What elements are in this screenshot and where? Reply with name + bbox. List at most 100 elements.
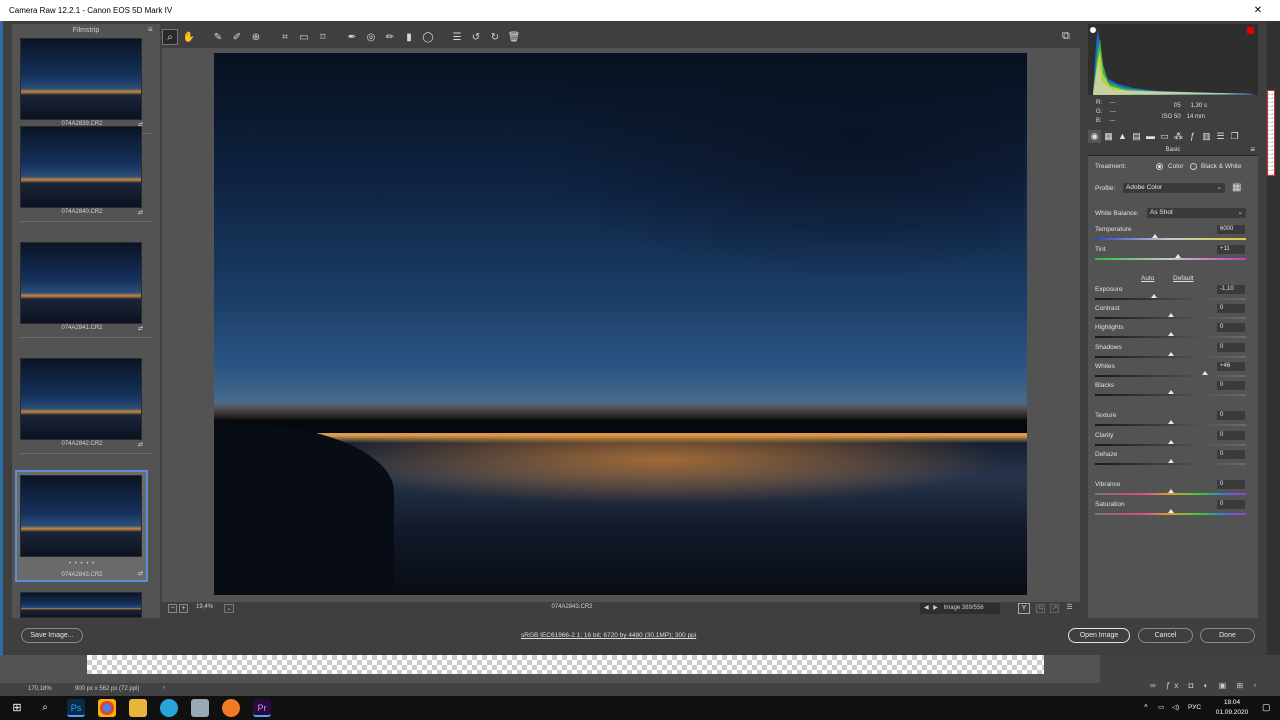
tab-snapshots-icon[interactable]: ☰ (1214, 130, 1227, 143)
filmstrip-thumbnail[interactable] (20, 38, 142, 120)
slider-track-vibrance[interactable] (1095, 493, 1246, 495)
treatment-color-radio[interactable] (1156, 163, 1163, 170)
slider-value-exposure[interactable]: -1,10 (1217, 285, 1245, 294)
tab-presets-icon[interactable]: ▥ (1200, 130, 1213, 143)
slider-value-tint[interactable]: +11 (1217, 245, 1245, 254)
tab-lens-icon[interactable]: ▭ (1158, 130, 1171, 143)
done-button[interactable]: Done (1200, 628, 1255, 643)
slider-track-whites[interactable] (1095, 375, 1246, 377)
search-icon[interactable]: ⌕ (36, 699, 54, 717)
slider-value-whites[interactable]: +46 (1217, 362, 1245, 371)
windows-start-icon[interactable]: ⊞ (8, 699, 26, 717)
slider-thumb-blacks[interactable] (1168, 390, 1174, 394)
volume-icon[interactable]: ◁) (1172, 703, 1179, 711)
rotate-left-icon[interactable]: ↺ (468, 29, 484, 45)
taskbar-explorer-icon[interactable] (129, 699, 147, 717)
zoom-out-button[interactable]: − (168, 604, 177, 613)
slider-thumb-highlights[interactable] (1168, 332, 1174, 336)
zoom-tool-icon[interactable]: ⌕ (162, 29, 178, 45)
slider-value-contrast[interactable]: 0 (1217, 304, 1245, 313)
hand-tool-icon[interactable]: ✋ (181, 29, 197, 45)
slider-track-temperature[interactable] (1095, 238, 1246, 240)
transform-tool-icon[interactable]: ⌑ (315, 29, 331, 45)
tab-effects-icon[interactable]: ⁂ (1172, 130, 1185, 143)
slider-value-blacks[interactable]: 0 (1217, 381, 1245, 390)
thumbnail-rating[interactable]: • • • • • (12, 561, 152, 567)
profile-select[interactable]: Adobe Color ⌄ (1123, 183, 1225, 193)
slider-track-shadows[interactable] (1095, 356, 1246, 358)
slider-value-highlights[interactable]: 0 (1217, 323, 1245, 332)
slider-thumb-shadows[interactable] (1168, 352, 1174, 356)
tab-tone-curve-icon[interactable]: ▦ (1102, 130, 1115, 143)
slider-value-temperature[interactable]: 6000 (1217, 225, 1245, 234)
slider-track-blacks[interactable] (1095, 394, 1246, 396)
slider-thumb-dehaze[interactable] (1168, 459, 1174, 463)
spot-removal-icon[interactable]: ✒ (344, 29, 360, 45)
slider-value-saturation[interactable]: 0 (1217, 500, 1245, 509)
next-image-icon[interactable]: ▶ (933, 605, 938, 611)
filmstrip-thumbnail[interactable] (20, 592, 142, 618)
slider-value-shadows[interactable]: 0 (1217, 343, 1245, 352)
white-balance-tool-icon[interactable]: ✎ (210, 29, 226, 45)
slider-thumb-exposure[interactable] (1151, 294, 1157, 298)
graduated-filter-icon[interactable]: ▮ (401, 29, 417, 45)
slider-value-vibrance[interactable]: 0 (1217, 480, 1245, 489)
filmstrip-thumbnail[interactable] (20, 358, 142, 440)
slider-thumb-texture[interactable] (1168, 420, 1174, 424)
slider-track-tint[interactable] (1095, 258, 1246, 260)
slider-value-texture[interactable]: 0 (1217, 411, 1245, 420)
taskbar-settings-icon[interactable] (222, 699, 240, 717)
slider-value-dehaze[interactable]: 0 (1217, 450, 1245, 459)
highlight-clipping-icon[interactable] (1247, 27, 1254, 34)
slider-track-exposure[interactable] (1095, 298, 1246, 300)
swap-icon[interactable]: ⇆ (1036, 604, 1045, 613)
filmstrip-menu-icon[interactable]: ≡ (148, 26, 156, 34)
targeted-adjustment-icon[interactable]: ⊕ (248, 29, 264, 45)
adjustment-brush-icon[interactable]: ✏ (382, 29, 398, 45)
slider-thumb-clarity[interactable] (1168, 440, 1174, 444)
treatment-bw-radio[interactable] (1190, 163, 1197, 170)
taskbar-telegram-icon[interactable] (160, 699, 178, 717)
preferences-icon[interactable]: ☰ (449, 29, 465, 45)
white-balance-select[interactable]: As Shot ⌄ (1147, 208, 1246, 218)
taskbar-photoshop-icon[interactable]: Ps (67, 699, 85, 717)
image-preview[interactable] (214, 53, 1027, 595)
language-indicator[interactable]: РУС (1188, 704, 1201, 711)
tab-detail-icon[interactable]: ▲ (1116, 130, 1129, 143)
filmstrip-thumbnail[interactable] (20, 242, 142, 324)
close-window-button[interactable]: ✕ (1236, 0, 1280, 21)
taskbar-chrome-icon[interactable] (98, 699, 116, 717)
open-image-button[interactable]: Open Image (1068, 628, 1130, 643)
slider-value-clarity[interactable]: 0 (1217, 431, 1245, 440)
cancel-button[interactable]: Cancel (1138, 628, 1193, 643)
slider-track-saturation[interactable] (1095, 513, 1246, 515)
tray-arrow-icon[interactable]: ˄ (1144, 703, 1148, 710)
tab-basic-icon[interactable]: ◉ (1088, 130, 1101, 143)
notification-icon[interactable]: ▢ (1262, 702, 1271, 713)
slider-thumb-vibrance[interactable] (1168, 489, 1174, 493)
default-link[interactable]: Default (1173, 275, 1194, 282)
fullscreen-icon[interactable]: ⧉ (1062, 30, 1076, 44)
taskbar-app-icon[interactable] (191, 699, 209, 717)
tab-split-toning-icon[interactable]: ▬ (1144, 130, 1157, 143)
filmstrip-thumbnail[interactable] (20, 126, 142, 208)
profile-browser-icon[interactable]: ▦ (1232, 182, 1244, 194)
color-sampler-icon[interactable]: ✐ (229, 29, 245, 45)
tab-presets-list-icon[interactable]: ❐ (1228, 130, 1241, 143)
zoom-dropdown-icon[interactable]: ⌄ (224, 604, 234, 613)
slider-thumb-whites[interactable] (1202, 371, 1208, 375)
slider-thumb-tint[interactable] (1175, 254, 1181, 258)
slider-track-contrast[interactable] (1095, 317, 1246, 319)
panel-menu-icon[interactable]: ≡ (1250, 144, 1255, 156)
tab-hsl-icon[interactable]: ▤ (1130, 130, 1143, 143)
slider-track-texture[interactable] (1095, 424, 1246, 426)
slider-track-dehaze[interactable] (1095, 463, 1246, 465)
preview-preferences-icon[interactable]: ☰ (1065, 604, 1074, 613)
delete-icon[interactable]: 🗑 (506, 29, 522, 45)
red-eye-icon[interactable]: ◎ (363, 29, 379, 45)
layer-actions-icons[interactable]: ∞ ƒx ◘ ◐ ▣ ⊞ ▫ (1150, 681, 1260, 690)
tab-calibration-icon[interactable]: ƒ (1186, 130, 1199, 143)
workflow-options-link[interactable]: sRGB IEC61966-2.1; 16 bit; 6720 by 4480 … (521, 632, 696, 639)
slider-thumb-saturation[interactable] (1168, 509, 1174, 513)
slider-track-clarity[interactable] (1095, 444, 1246, 446)
